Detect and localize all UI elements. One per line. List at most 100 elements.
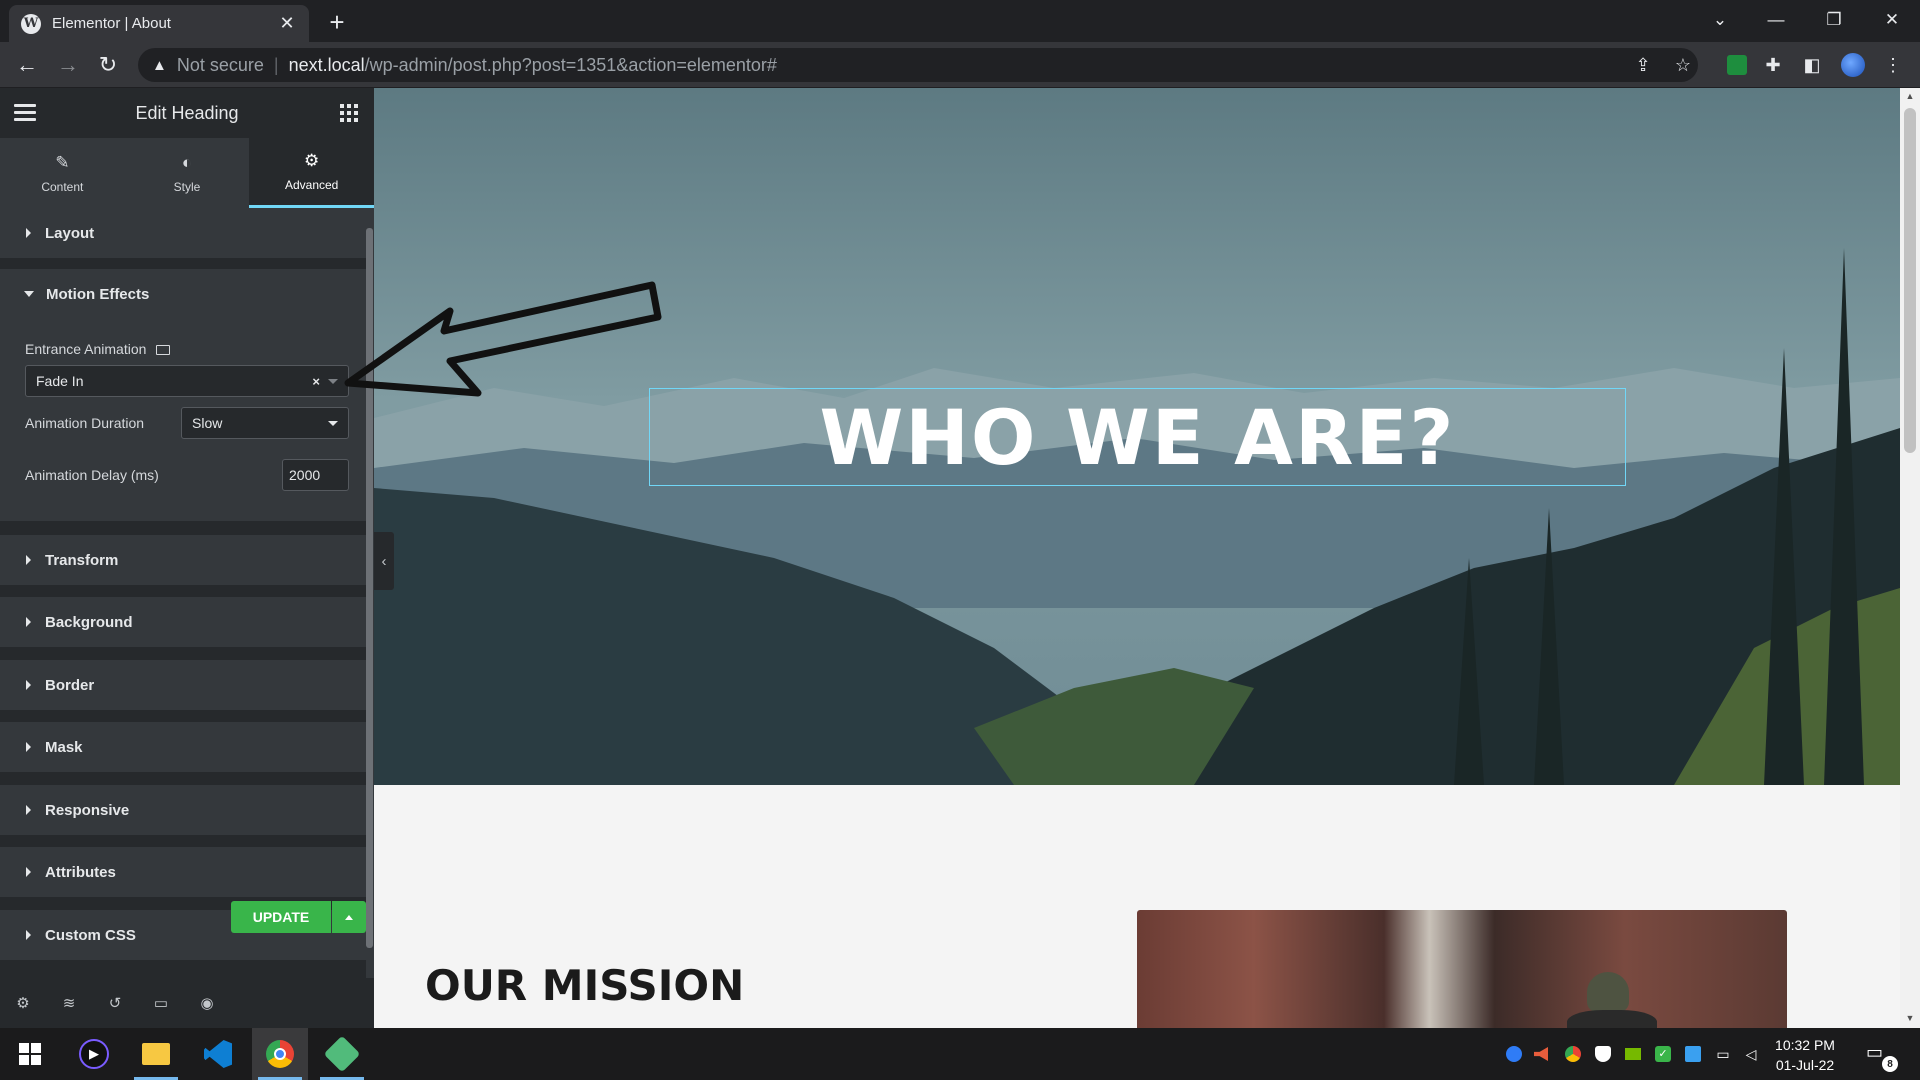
back-icon[interactable]: ← <box>11 49 43 81</box>
vscode-icon[interactable] <box>190 1028 246 1080</box>
share-icon[interactable]: ⇪ <box>1628 50 1658 80</box>
update-button[interactable]: UPDATE <box>231 901 331 933</box>
network-icon[interactable]: ▭ <box>1714 1045 1732 1063</box>
tray-check-icon[interactable]: ✓ <box>1654 1045 1672 1063</box>
browser-tab[interactable]: W Elementor | About ✕ <box>9 5 309 42</box>
panel-header: Edit Heading <box>0 88 374 138</box>
scroll-up-icon[interactable]: ▲ <box>1904 90 1916 102</box>
section-transform[interactable]: Transform <box>0 535 366 585</box>
section-motion-effects-label: Motion Effects <box>46 285 150 303</box>
reload-icon[interactable]: ↻ <box>92 49 124 81</box>
tab-advanced[interactable]: ⚙ Advanced <box>249 138 375 208</box>
heading-widget-outline[interactable]: WHO WE ARE? <box>649 388 1626 486</box>
tab-search-icon[interactable]: ⌄ <box>1700 4 1740 36</box>
section-transform-label: Transform <box>45 551 119 569</box>
entrance-animation-select[interactable]: Fade In × <box>25 365 349 397</box>
person-figure <box>1587 972 1629 1012</box>
chevron-down-icon <box>328 420 338 426</box>
tab-title: Elementor | About <box>52 15 171 32</box>
waterfall-photo[interactable] <box>1137 910 1787 1028</box>
chevron-down-icon <box>328 378 338 384</box>
desktop-responsive-icon[interactable] <box>156 345 171 355</box>
side-panel-icon[interactable]: ◧ <box>1797 50 1827 80</box>
tab-style[interactable]: ◐ Style <box>125 138 250 208</box>
animation-duration-label: Animation Duration <box>25 415 145 431</box>
chrome-icon[interactable] <box>252 1028 308 1080</box>
extension-sg-icon[interactable] <box>1722 50 1752 80</box>
settings-gear-icon[interactable]: ⚙ <box>12 992 34 1014</box>
scrollbar-thumb[interactable] <box>1904 108 1916 453</box>
tray-chrome-icon[interactable] <box>1564 1045 1582 1063</box>
clear-selection-icon[interactable]: × <box>312 374 320 389</box>
tray-store-icon[interactable] <box>1684 1045 1702 1063</box>
volume-icon[interactable]: ◁ <box>1742 1045 1760 1063</box>
system-clock[interactable]: 10:32 PM 01-Jul-22 <box>1770 1035 1840 1075</box>
clock-date: 01-Jul-22 <box>1775 1057 1835 1073</box>
minimize-icon[interactable]: — <box>1756 4 1796 36</box>
section-custom-css-label: Custom CSS <box>45 926 136 944</box>
hero-section[interactable]: WHO WE ARE? <box>374 88 1900 785</box>
address-bar[interactable]: ▲ Not secure | next.local /wp-admin/post… <box>138 48 1698 82</box>
caret-right-icon <box>26 867 31 877</box>
notification-center-icon[interactable]: ▭ 8 <box>1866 1042 1898 1072</box>
scroll-down-icon[interactable]: ▼ <box>1904 1012 1916 1024</box>
panel-title: Edit Heading <box>135 102 239 123</box>
widgets-grid-icon[interactable] <box>340 104 358 122</box>
security-label: Not secure <box>176 54 264 75</box>
hamburger-menu-icon[interactable] <box>14 104 36 121</box>
update-options-button[interactable] <box>332 901 366 933</box>
animation-delay-input[interactable]: 2000 <box>282 459 349 491</box>
local-app-icon[interactable] <box>314 1028 370 1080</box>
close-window-icon[interactable]: ✕ <box>1872 4 1912 36</box>
extensions-puzzle-icon[interactable]: ✚ <box>1758 50 1788 80</box>
bookmark-star-icon[interactable]: ☆ <box>1668 50 1698 80</box>
section-border[interactable]: Border <box>0 660 366 710</box>
tray-security-icon[interactable] <box>1594 1045 1612 1063</box>
tab-content-label: Content <box>41 179 84 194</box>
caret-down-icon <box>24 291 34 297</box>
animation-duration-select[interactable]: Slow <box>181 407 349 439</box>
section-mask[interactable]: Mask <box>0 722 366 772</box>
media-player-icon[interactable]: ▶ <box>66 1028 122 1080</box>
caret-right-icon <box>26 555 31 565</box>
tray-speaker-app-icon[interactable] <box>1532 1045 1550 1063</box>
section-layout[interactable]: Layout <box>0 208 366 258</box>
clock-time: 10:32 PM <box>1775 1037 1835 1053</box>
hero-heading[interactable]: WHO WE ARE? <box>819 393 1455 482</box>
tray-nvidia-icon[interactable] <box>1624 1045 1642 1063</box>
section-motion-effects[interactable]: Motion Effects <box>0 269 366 319</box>
entrance-animation-value: Fade In <box>36 373 84 389</box>
preview-scrollbar[interactable]: ▲ ▼ <box>1900 88 1920 1028</box>
wordpress-icon: W <box>21 13 41 34</box>
menu-kebab-icon[interactable]: ⋮ <box>1878 50 1908 80</box>
section-background-label: Background <box>45 613 133 631</box>
restore-icon[interactable]: ❐ <box>1814 4 1854 36</box>
navigator-layers-icon[interactable]: ≋ <box>58 992 80 1014</box>
pencil-icon: ✎ <box>55 152 70 172</box>
panel-footer: ⚙ ≋ ↺ ▭ ◉ <box>0 978 374 1028</box>
responsive-mode-icon[interactable]: ▭ <box>150 992 172 1014</box>
windows-start-icon[interactable] <box>2 1028 58 1080</box>
history-icon[interactable]: ↺ <box>104 992 126 1014</box>
gear-icon: ⚙ <box>304 151 320 170</box>
section-responsive[interactable]: Responsive <box>0 785 366 835</box>
animation-duration-value: Slow <box>192 415 223 431</box>
section-border-label: Border <box>45 676 95 694</box>
preview-eye-icon[interactable]: ◉ <box>196 992 218 1014</box>
windows-taskbar: ▶ ✓ ▭ ◁ 10:32 PM 01-Jul-22 ▭ 8 <box>0 1028 1920 1080</box>
tab-style-label: Style <box>173 179 201 194</box>
profile-avatar[interactable] <box>1838 50 1868 80</box>
address-path: /wp-admin/post.php?post=1351&action=elem… <box>364 54 777 75</box>
collapse-panel-chevron-icon[interactable]: ‹ <box>374 532 394 590</box>
section-attributes[interactable]: Attributes <box>0 847 366 897</box>
new-tab-button[interactable]: + <box>323 7 351 37</box>
motion-effects-controls: Entrance Animation Fade In × Animation D… <box>0 319 366 521</box>
file-explorer-icon[interactable] <box>128 1028 184 1080</box>
forward-icon[interactable]: → <box>52 49 84 81</box>
section-background[interactable]: Background <box>0 597 366 647</box>
animation-delay-label: Animation Delay (ms) <box>25 467 159 483</box>
tab-content[interactable]: ✎ Content <box>0 138 125 208</box>
mission-heading[interactable]: OUR MISSION <box>425 961 744 1010</box>
tab-close-icon[interactable]: ✕ <box>277 13 297 34</box>
tray-app-blue-icon[interactable] <box>1505 1045 1523 1063</box>
